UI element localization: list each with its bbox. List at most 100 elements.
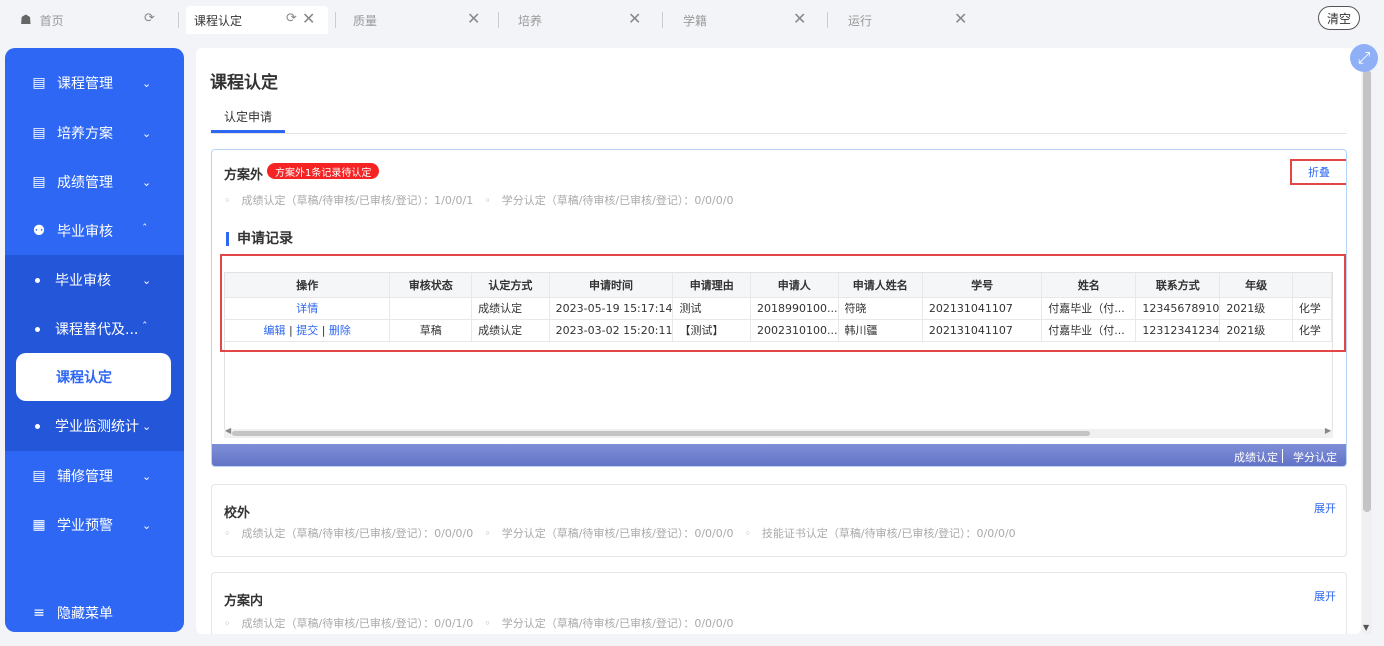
close-icon[interactable]: ✕ — [302, 9, 315, 28]
tab-divider — [827, 12, 828, 28]
empty-cell — [751, 385, 838, 407]
sidebar-item-grade-management[interactable]: ▤ 成绩管理 ⌄ — [5, 157, 184, 207]
empty-cell — [472, 407, 550, 429]
close-icon[interactable]: ✕ — [467, 9, 480, 28]
empty-cell — [922, 385, 1041, 407]
empty-cell — [751, 363, 838, 385]
card-off-campus: 校外 展开 ◦ 成绩认定（草稿/待审核/已审核/登记）：0/0/0/0 ◦ 学分… — [211, 484, 1347, 557]
clear-tabs-button[interactable]: 清空 — [1318, 6, 1360, 30]
empty-cell — [1220, 363, 1293, 385]
close-icon[interactable]: ✕ — [628, 9, 641, 28]
chevron-down-icon: ⌄ — [142, 76, 152, 90]
empty-row — [225, 363, 1332, 385]
sidebar: ▤ 课程管理 ⌄ ▤ 培养方案 ⌄ ▤ 成绩管理 ⌄ ⚉ 毕业审核 ˆ 毕业审核… — [5, 48, 184, 632]
tab-label: 首页 — [39, 13, 64, 28]
fullscreen-icon[interactable]: ⤢ — [1350, 44, 1378, 72]
stats-text: 成绩认定（草稿/待审核/已审核/登记）：0/0/0/0 ◦ 学分认定（草稿/待审… — [241, 527, 1016, 540]
tab-course-recognition[interactable]: 课程认定 ⟳ ✕ — [186, 6, 328, 34]
empty-row — [225, 385, 1332, 407]
tab-recognition-application[interactable]: 认定申请 — [224, 108, 272, 125]
empty-cell — [1220, 407, 1293, 429]
sidebar-item-label: 毕业审核 — [55, 273, 111, 289]
sidebar-item-course-management[interactable]: ▤ 课程管理 ⌄ — [5, 58, 184, 108]
user-icon: ⚉ — [32, 223, 46, 239]
scroll-down-icon[interactable]: ▼ — [1363, 623, 1369, 632]
sidebar-item-label: 学业预警 — [57, 518, 113, 534]
close-icon[interactable]: ✕ — [793, 9, 806, 28]
course-icon: ▤ — [32, 75, 46, 91]
scroll-right-icon[interactable]: ▶ — [1325, 426, 1331, 435]
sidebar-subitem-academic-monitoring[interactable]: 学业监测统计 ⌄ — [5, 401, 184, 451]
tab-divider — [335, 12, 336, 28]
tab-training[interactable]: 培养 ✕ — [510, 6, 650, 34]
sidebar-item-label: 培养方案 — [57, 126, 113, 142]
expand-button[interactable]: 展开 — [1314, 588, 1336, 604]
card-in-plan: 方案内 展开 ◦ 成绩认定（草稿/待审核/已审核/登记）：0/0/1/0 ◦ 学… — [211, 572, 1347, 634]
empty-cell — [1292, 385, 1331, 407]
grade-recognition-button[interactable]: 成绩认定 — [1234, 449, 1278, 465]
empty-cell — [390, 385, 472, 407]
empty-cell — [673, 407, 751, 429]
hide-menu-button[interactable]: ≡ 隐藏菜单 — [5, 588, 184, 632]
tab-divider — [178, 12, 179, 28]
empty-cell — [549, 407, 673, 429]
empty-cell — [751, 407, 838, 429]
empty-cell — [1042, 363, 1136, 385]
empty-cell — [1136, 385, 1220, 407]
card-footer-bar: 成绩认定 学分认定 — [212, 444, 1346, 466]
sidebar-item-course-recognition[interactable]: 课程认定 — [16, 353, 171, 401]
fold-button[interactable]: 折叠 — [1290, 159, 1346, 185]
tab-divider — [498, 12, 499, 28]
page-title: 课程认定 — [210, 73, 278, 93]
empty-cell — [838, 363, 922, 385]
close-icon[interactable]: ✕ — [954, 9, 967, 28]
tab-quality[interactable]: 质量 ✕ — [345, 6, 485, 34]
bullet-icon — [35, 423, 40, 429]
tab-bar: ☗ 首页 ⟳ 课程认定 ⟳ ✕ 质量 ✕ 培养 ✕ 学籍 ✕ 运行 ✕ 清空 — [0, 0, 1384, 38]
empty-cell — [225, 407, 390, 429]
empty-cell — [1220, 385, 1293, 407]
empty-cell — [472, 363, 550, 385]
empty-cell — [390, 363, 472, 385]
sidebar-subitem-course-substitution[interactable]: 课程替代及... ˆ — [5, 304, 184, 354]
sidebar-item-graduation-review[interactable]: ⚉ 毕业审核 ˆ — [5, 206, 184, 256]
scrollbar-thumb[interactable] — [232, 431, 1090, 436]
empty-cell — [1136, 363, 1220, 385]
stats-text: 成绩认定（草稿/待审核/已审核/登记）：1/0/0/1 ◦ 学分认定（草稿/待审… — [241, 194, 734, 207]
vertical-scrollbar[interactable]: ▼ — [1362, 48, 1372, 634]
records-title: 申请记录 — [226, 232, 293, 246]
sidebar-subitem-graduation-review[interactable]: 毕业审核 ⌄ — [5, 255, 184, 305]
tab-status[interactable]: 学籍 ✕ — [675, 6, 815, 34]
sidebar-item-minor-management[interactable]: ▤ 辅修管理 ⌄ — [5, 451, 184, 501]
chevron-down-icon: ⌄ — [142, 419, 152, 433]
scrollbar-thumb[interactable] — [1363, 70, 1371, 512]
empty-cell — [922, 363, 1041, 385]
chevron-down-icon: ⌄ — [142, 518, 152, 532]
main-content: 课程认定 认定申请 方案外 方案外1条记录待认定 折叠 ◦ 成绩认定（草稿/待审… — [196, 48, 1361, 634]
credit-recognition-button[interactable]: 学分认定 — [1293, 449, 1337, 465]
tab-label: 质量 — [353, 13, 378, 28]
expand-button[interactable]: 展开 — [1314, 500, 1336, 516]
highlight-box — [220, 254, 1346, 352]
plan-icon: ▤ — [32, 125, 46, 141]
empty-cell — [1042, 407, 1136, 429]
footer-divider — [1282, 449, 1283, 463]
card-title: 方案内 — [224, 594, 264, 609]
minor-icon: ▤ — [32, 468, 46, 484]
menu-collapse-icon: ≡ — [33, 605, 45, 621]
tab-divider — [662, 12, 663, 28]
refresh-icon[interactable]: ⟳ — [144, 11, 155, 26]
empty-cell — [225, 363, 390, 385]
chevron-down-icon: ⌄ — [142, 175, 152, 189]
tab-home[interactable]: ☗ 首页 ⟳ — [20, 6, 168, 34]
sidebar-item-training-plan[interactable]: ▤ 培养方案 ⌄ — [5, 108, 184, 158]
empty-row — [225, 407, 1332, 429]
sidebar-item-label: 课程替代及... — [55, 322, 139, 338]
sidebar-item-academic-warning[interactable]: ▦ 学业预警 ⌄ — [5, 500, 184, 550]
empty-cell — [225, 385, 390, 407]
refresh-icon[interactable]: ⟳ — [286, 11, 297, 26]
horizontal-scrollbar[interactable]: ◀ ▶ — [224, 426, 1333, 438]
scroll-left-icon[interactable]: ◀ — [225, 426, 231, 435]
tab-operation[interactable]: 运行 ✕ — [840, 6, 980, 34]
hide-menu-label: 隐藏菜单 — [57, 606, 113, 622]
